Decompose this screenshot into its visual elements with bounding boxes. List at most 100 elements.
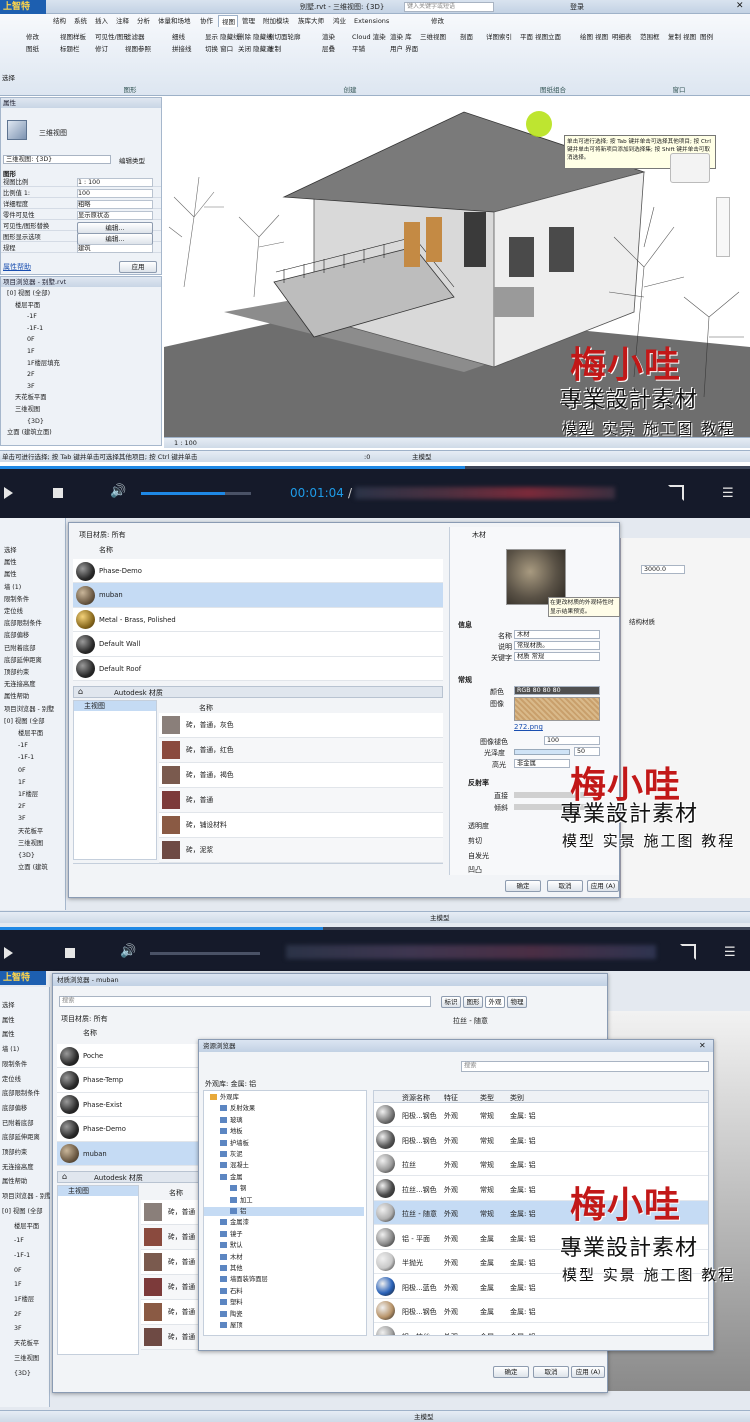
library-row[interactable]: 砖，泥浆 — [159, 838, 443, 863]
ribbon-command[interactable]: 图纸 — [26, 44, 60, 54]
project-materials-filter-2[interactable]: 项目材质: 所有 — [61, 1014, 108, 1024]
side-tree-item[interactable]: 定位线 — [4, 607, 66, 616]
browser-tree-item[interactable]: 1F楼层填充 — [27, 359, 60, 368]
image-texture[interactable] — [514, 697, 600, 721]
material-search-input[interactable]: 搜索 — [59, 996, 431, 1007]
side-tree-item[interactable]: 项目浏览器 - 别墅 — [2, 1192, 50, 1201]
user-login[interactable]: 登录 — [570, 2, 584, 12]
asset-row[interactable]: 阳极...钢色 外观 金属 金属: 铝 — [374, 1299, 708, 1323]
side-tree-item[interactable]: 顶部约束 — [2, 1148, 50, 1157]
side-tree-item[interactable]: 属性 — [4, 570, 66, 579]
ribbon-tab[interactable]: 协作 — [197, 15, 217, 27]
library-row[interactable]: 砖，普通，褐色 — [159, 763, 443, 788]
info-field[interactable]: 材质 常规 — [514, 652, 600, 661]
editor-tab[interactable]: 标识 — [441, 996, 461, 1008]
ribbon-command[interactable]: 细线 — [172, 32, 206, 42]
playlist-icon-2[interactable]: ☰ — [724, 945, 736, 960]
ribbon-command[interactable]: 修改 — [26, 32, 60, 42]
ribbon-command[interactable]: 过滤器 — [125, 32, 159, 42]
side-tree-item[interactable]: [0] 视图 (全部 — [2, 1207, 50, 1216]
ribbon-tab[interactable]: 插入 — [92, 15, 112, 27]
side-tree-item[interactable]: 选择 — [4, 546, 66, 555]
ribbon-command[interactable]: 删除 隐藏线 — [238, 32, 272, 42]
asset-search-input[interactable]: 搜索 — [461, 1061, 709, 1072]
editor-tab[interactable]: 外观 — [485, 996, 505, 1008]
asset-tree-item[interactable]: 灰泥 — [204, 1150, 364, 1159]
ribbon-command[interactable]: 详图索引 — [486, 32, 520, 42]
volume-icon-2[interactable]: 🔊 — [120, 944, 136, 959]
ribbon-tab[interactable]: 体量和场地 — [155, 15, 196, 27]
asset-tree-item[interactable]: 金属 — [204, 1173, 364, 1182]
playlist-icon[interactable]: ☰ — [722, 486, 734, 501]
stop-icon[interactable] — [53, 488, 63, 498]
properties-help-link[interactable]: 属性帮助 — [3, 262, 31, 272]
asset-tree-item[interactable]: 钢 — [204, 1184, 364, 1193]
ribbon-tab[interactable]: Extensions — [351, 15, 427, 27]
asset-tree-item[interactable]: 屋顶 — [204, 1321, 364, 1330]
asset-tree-item[interactable]: 混凝土 — [204, 1161, 364, 1170]
ribbon-command[interactable]: 绘图 视图 — [580, 32, 614, 42]
type-selector[interactable]: 三维视图 — [39, 128, 67, 138]
ribbon-tab[interactable]: 族库大师 — [295, 15, 329, 27]
side-tree-item[interactable]: 底部延伸距离 — [4, 656, 66, 665]
ribbon-command[interactable]: 渲染 — [322, 32, 356, 42]
asset-row[interactable]: 阳极...钢色 外观 常规 金属: 铝 — [374, 1103, 708, 1127]
side-tree-item[interactable]: 属性帮助 — [2, 1177, 50, 1186]
info-field[interactable]: 木材 — [514, 630, 600, 639]
side-tree-item[interactable]: 限制条件 — [4, 595, 66, 604]
asset-tree-item[interactable]: 墙面装饰面层 — [204, 1275, 364, 1284]
ribbon-command[interactable]: 关闭 隐藏对象 — [238, 44, 272, 54]
ribbon-command[interactable]: 平铺 — [352, 44, 386, 54]
fullscreen-icon[interactable] — [668, 485, 684, 501]
asset-row[interactable]: 铝 - 拉丝 外观 金属 金属: 铝 — [374, 1323, 708, 1335]
ribbon-command[interactable]: 渲染 库 — [390, 32, 424, 42]
side-tree-item[interactable]: 属性 — [2, 1030, 50, 1039]
ribbon-command[interactable]: 图例 — [700, 32, 734, 42]
ribbon-command[interactable]: Cloud 渲染 — [352, 32, 386, 42]
asset-row[interactable]: 阳极...钢色 外观 常规 金属: 铝 — [374, 1127, 708, 1152]
asset-tree-item[interactable]: 铝 — [204, 1207, 364, 1216]
ribbon-command[interactable]: 修订 — [95, 44, 129, 54]
library-row[interactable]: 砖，铺设材料 — [159, 813, 443, 838]
self-illum-section[interactable]: 自发光 — [468, 851, 489, 861]
image-file[interactable]: 272.png — [514, 723, 543, 731]
library-root-2[interactable]: 主视图 — [58, 1186, 138, 1196]
ribbon-command[interactable]: 剖切面轮廓 — [268, 32, 302, 42]
editor-tab[interactable]: 物理 — [507, 996, 527, 1008]
material-row[interactable]: Phase-Exist — [57, 1092, 207, 1118]
asset-tree-item[interactable]: 木材 — [204, 1253, 364, 1262]
material-row[interactable]: Default Roof — [73, 656, 443, 681]
ribbon-tab[interactable]: 结构 — [50, 15, 70, 27]
side-tree-item[interactable]: 属性帮助 — [4, 692, 66, 701]
property-value[interactable]: 显示原状态 — [77, 211, 153, 220]
ribbon-tab[interactable]: 注释 — [113, 15, 133, 27]
side-tree-item[interactable]: 属性 — [4, 558, 66, 567]
fullscreen-icon-2[interactable] — [680, 944, 696, 960]
browser-tree-item[interactable]: 1F — [27, 347, 35, 356]
browser-tree-item[interactable]: -1F-1 — [27, 324, 43, 333]
asset-tree-item[interactable]: 石料 — [204, 1287, 364, 1296]
browser-tree-item[interactable]: 三维视图 — [15, 405, 40, 414]
browser-tree-item[interactable]: -1F — [27, 312, 37, 321]
side-tree-item[interactable]: 墙 (1) — [4, 583, 66, 592]
status-model-2[interactable]: 主模型 — [430, 913, 450, 923]
asset-tree-item[interactable]: 镜子 — [204, 1230, 364, 1239]
ribbon-command[interactable]: 标题栏 — [60, 44, 94, 54]
material-row[interactable]: Phase-Demo — [57, 1117, 207, 1142]
material-row[interactable]: muban — [73, 583, 443, 608]
material-row[interactable]: Default Wall — [73, 632, 443, 657]
ribbon-command[interactable]: 复制 视图 — [668, 32, 702, 42]
side-tree-item[interactable]: 无连接高度 — [4, 680, 66, 689]
ribbon-tab[interactable]: 附加模块 — [260, 15, 294, 27]
apply-button[interactable]: 应用 — [119, 261, 157, 273]
volume-icon[interactable]: 🔊 — [110, 484, 126, 499]
browser-tree-item[interactable]: [0] 视图 (全部) — [7, 289, 50, 298]
asset-tree-item[interactable]: 反射效果 — [204, 1104, 364, 1113]
bump-section[interactable]: 凹凸 — [468, 865, 482, 875]
side-tree-item[interactable]: 底部限制条件 — [2, 1089, 50, 1098]
reflectivity-section[interactable]: 反射率 — [468, 778, 489, 788]
material-row[interactable]: muban — [57, 1141, 207, 1166]
color-field[interactable]: RGB 80 80 80 — [514, 686, 600, 695]
side-tree-item[interactable]: 墙 (1) — [2, 1045, 50, 1054]
transparency-section[interactable]: 透明度 — [468, 821, 489, 831]
